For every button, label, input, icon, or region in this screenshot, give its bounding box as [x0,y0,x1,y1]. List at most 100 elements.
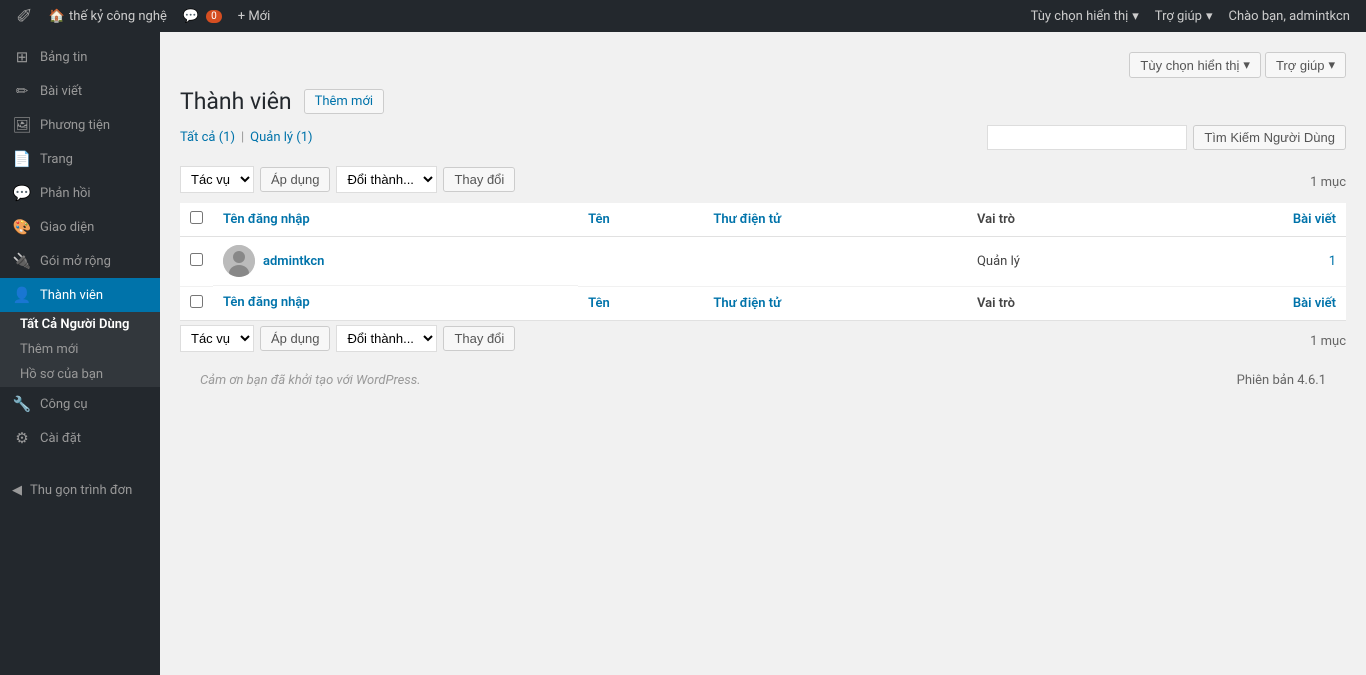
col-username[interactable]: Tên đăng nhập [213,203,578,237]
table-row: admintkcn Quản lý 1 [180,237,1346,287]
col-posts-footer[interactable]: Bài viết [1156,286,1346,320]
sidebar-label-giao-dien: Giao diện [40,220,94,235]
adminbar-comments[interactable]: 💬 0 [175,0,230,32]
col-email-footer[interactable]: Thư điện tử [703,286,967,320]
select-all-header [180,203,213,237]
search-bar: Tìm Kiếm Người Dùng [987,125,1346,150]
help-top-button[interactable]: Trợ giúp ▾ [1265,52,1346,78]
footer-credit: Cảm ơn bạn đã khởi tạo với WordPress. [200,373,421,388]
chevron-down-icon: ▾ [1132,9,1139,24]
chevron-down-options-icon: ▾ [1243,57,1250,73]
chevron-down-icon-help: ▾ [1206,9,1213,24]
home-icon: 🏠 [49,9,65,24]
sidebar-item-phan-hoi[interactable]: 💬 Phản hồi [0,176,160,210]
bulk-action-select-bottom[interactable]: Tác vụ [180,325,254,352]
display-options-top-button[interactable]: Tùy chọn hiển thị ▾ [1129,52,1261,78]
page-heading: Thành viên Thêm mới [180,88,1346,115]
count-top: 1 mục [1310,175,1346,190]
new-label: + Mới [238,9,271,24]
submenu-tat-ca[interactable]: Tất Cả Người Dùng [0,312,160,337]
sidebar-item-bang-tin[interactable]: ⊞ Bảng tin [0,40,160,74]
help-button[interactable]: Trợ giúp ▾ [1147,0,1221,32]
help-label: Trợ giúp [1155,9,1202,24]
sidebar-label-phan-hoi: Phản hồi [40,186,91,201]
sidebar-label-cong-cu: Công cụ [40,397,88,412]
filter-manager-link[interactable]: Quản lý (1) [250,130,312,145]
tools-icon: 🔧 [12,395,32,413]
col-name[interactable]: Tên [578,203,703,237]
row-posts-cell: 1 [1156,237,1346,287]
search-input[interactable] [987,125,1187,150]
row-checkbox[interactable] [190,253,203,266]
col-posts[interactable]: Bài viết [1156,203,1346,237]
role-change-select-top[interactable]: Đổi thành... [336,166,437,193]
row-email-cell [703,237,967,287]
plugin-icon: 🔌 [12,252,32,270]
filter-sep: | [241,130,244,145]
page-icon: 📄 [12,150,32,168]
username-link[interactable]: admintkcn [263,254,324,269]
col-name-footer[interactable]: Tên [578,286,703,320]
display-options-top-label: Tùy chọn hiển thị [1140,58,1239,73]
add-new-button[interactable]: Thêm mới [304,89,384,114]
row-checkbox-cell [180,237,213,287]
sidebar-item-bai-viet[interactable]: ✏ Bài viết [0,74,160,108]
wp-logo-icon[interactable]: ✐ [8,4,41,28]
display-options-button[interactable]: Tùy chọn hiển thị ▾ [1023,0,1147,32]
filter-bar: Tất cả (1) | Quản lý (1) [180,130,313,145]
submenu-them-moi[interactable]: Thêm mới [0,337,160,362]
table-actions-top: Tác vụ Áp dụng Đổi thành... Thay đổi [180,166,515,193]
bulk-apply-button-top[interactable]: Áp dụng [260,167,330,192]
avatar [223,245,255,277]
users-table-wrapper: Tên đăng nhập Tên Thư điện tử Vai trò Bà… [180,203,1346,321]
footer-version: Phiên bản 4.6.1 [1237,373,1326,388]
sidebar-item-phuong-tien[interactable]: 🖼 Phương tiện [0,108,160,142]
sidebar: ⊞ Bảng tin ✏ Bài viết 🖼 Phương tiện 📄 Tr… [0,32,160,675]
select-all-checkbox[interactable] [190,211,203,224]
page-title: Thành viên [180,88,292,115]
users-table: Tên đăng nhập Tên Thư điện tử Vai trò Bà… [180,203,1346,321]
user-greeting[interactable]: Chào bạn, admintkcn [1220,0,1358,32]
adminbar-right: Tùy chọn hiển thị ▾ Trợ giúp ▾ Chào bạn,… [1023,0,1358,32]
dashboard-icon: ⊞ [12,48,32,66]
media-icon: 🖼 [12,116,32,134]
help-top-label: Trợ giúp [1276,58,1325,73]
settings-icon: ⚙ [12,429,32,447]
sidebar-item-thanh-vien[interactable]: 👤 Thành viên [0,278,160,312]
collapse-menu-button[interactable]: ◀ Thu gọn trình đơn [0,475,160,506]
role-change-button-top[interactable]: Thay đổi [443,167,515,192]
sidebar-label-trang: Trang [40,152,73,167]
count-bottom: 1 mục [1310,334,1346,349]
bulk-apply-button-bottom[interactable]: Áp dụng [260,326,330,351]
adminbar-site[interactable]: 🏠 thế kỷ công nghệ [41,0,175,32]
sidebar-label-cai-dat: Cài đặt [40,431,81,446]
avatar-svg [223,245,255,277]
footer-credit-text: Cảm ơn bạn đã khởi tạo với WordPress. [200,373,421,388]
filter-all-link[interactable]: Tất cả (1) [180,130,235,145]
adminbar-new[interactable]: + Mới [230,0,279,32]
table-header-row: Tên đăng nhập Tên Thư điện tử Vai trò Bà… [180,203,1346,237]
col-email[interactable]: Thư điện tử [703,203,967,237]
sidebar-item-giao-dien[interactable]: 🎨 Giao diện [0,210,160,244]
sidebar-item-goi-mo-rong[interactable]: 🔌 Gói mở rộng [0,244,160,278]
role-change-button-bottom[interactable]: Thay đổi [443,326,515,351]
sidebar-item-cai-dat[interactable]: ⚙ Cài đặt [0,421,160,455]
sidebar-item-cong-cu[interactable]: 🔧 Công cụ [0,387,160,421]
select-all-checkbox-footer[interactable] [190,295,203,308]
row-name-cell [578,237,703,287]
posts-count-link[interactable]: 1 [1166,254,1336,269]
display-options-label: Tùy chọn hiển thị [1031,9,1129,24]
col-username-footer[interactable]: Tên đăng nhập [213,286,578,320]
submenu-ho-so[interactable]: Hồ sơ của bạn [0,362,160,387]
chevron-down-help-icon: ▾ [1328,57,1335,73]
col-role: Vai trò [967,203,1156,237]
role-change-select-bottom[interactable]: Đổi thành... [336,325,437,352]
comment-sidebar-icon: 💬 [12,184,32,202]
comment-count: 0 [206,10,222,23]
bulk-action-select-top[interactable]: Tác vụ [180,166,254,193]
sidebar-label-bai-viet: Bài viết [40,84,82,99]
search-users-button[interactable]: Tìm Kiếm Người Dùng [1193,125,1346,150]
collapse-label: Thu gọn trình đơn [30,483,132,498]
select-all-footer [180,286,213,320]
sidebar-item-trang[interactable]: 📄 Trang [0,142,160,176]
